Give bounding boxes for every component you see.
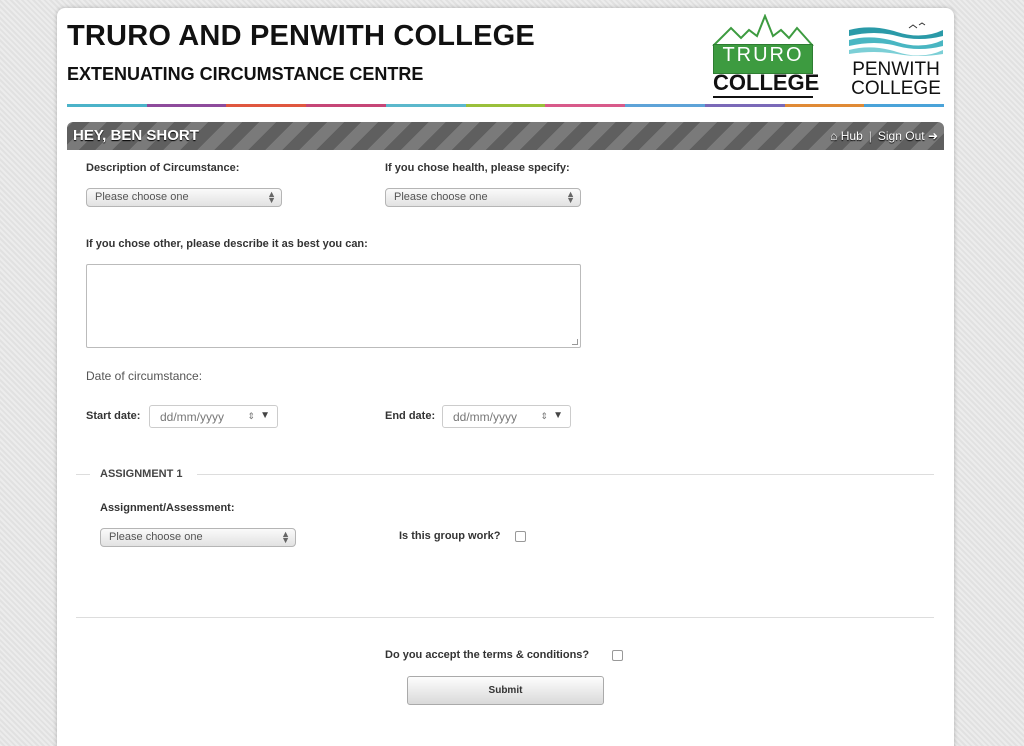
stripe-segment [625,104,705,107]
truro-logo-word: TRURO [722,44,804,66]
health-label: If you chose health, please specify: [385,162,570,174]
fieldset-border [197,474,934,475]
resize-grip-icon[interactable] [572,339,578,345]
page-title: TRURO AND PENWITH COLLEGE [67,20,535,52]
select-arrows-icon: ▲ ▼ [281,529,290,545]
spinner-icon[interactable]: ⇕ [247,411,255,422]
hub-link[interactable]: ⌂ Hub [830,129,863,143]
stripe-segment [864,104,945,107]
stripe-segment [465,104,546,107]
penwith-logo-college: COLLEGE [851,78,941,99]
terms-checkbox[interactable] [612,650,623,661]
user-bar: HEY, BEN SHORT ⌂ Hub | Sign Out ➜ [67,122,944,150]
assignment-select-value: Please choose one [109,531,203,543]
stripe-segment [306,104,386,107]
date-heading: Date of circumstance: [86,369,203,383]
penwith-waves-icon [849,22,943,56]
header-color-stripe [67,104,945,107]
fieldset-bottom-border [76,617,934,618]
health-select[interactable]: Please choose one ▲ ▼ [385,188,581,207]
chevron-down-icon[interactable]: ▼ [553,410,563,421]
penwith-college-logo: PENWITH COLLEGE [847,22,945,102]
other-description-textarea[interactable] [86,264,581,348]
start-date-label: Start date: [86,410,141,422]
sign-out-link[interactable]: Sign Out ➜ [878,129,938,143]
truro-skyline-icon [712,14,814,47]
select-arrows-icon: ▲ ▼ [267,189,276,205]
submit-button[interactable]: Submit [407,676,604,705]
truro-logo-college: COLLEGE [713,70,819,98]
stripe-segment [545,104,626,107]
stripe-segment [67,104,147,107]
spinner-icon[interactable]: ⇕ [540,411,548,422]
sign-out-label: Sign Out [877,129,925,143]
assignment-legend: ASSIGNMENT 1 [100,468,183,480]
stripe-segment [704,104,785,107]
user-nav: ⌂ Hub | Sign Out ➜ [830,129,938,143]
user-greeting: HEY, BEN SHORT [73,127,199,144]
description-select-value: Please choose one [95,191,189,203]
fieldset-border [76,474,90,475]
assignment-select[interactable]: Please choose one ▲ ▼ [100,528,296,547]
description-label: Description of Circumstance: [86,162,240,174]
nav-separator: | [868,129,872,143]
hub-link-label: Hub [840,129,863,143]
penwith-logo-word: PENWITH [852,59,940,80]
home-icon: ⌂ [830,129,838,143]
start-date-input[interactable]: dd/mm/yyyy ⇕ ▼ [149,405,278,428]
select-arrows-icon: ▲ ▼ [566,189,575,205]
description-select[interactable]: Please choose one ▲ ▼ [86,188,282,207]
stripe-segment [146,104,227,107]
stripe-segment [385,104,466,107]
terms-label: Do you accept the terms & conditions? [385,649,590,661]
start-date-placeholder: dd/mm/yyyy [160,410,225,424]
stripe-segment [226,104,307,107]
group-work-label: Is this group work? [399,530,501,542]
sign-out-icon: ➜ [927,129,938,143]
stripe-segment [784,104,865,107]
page-container: TRURO AND PENWITH COLLEGE EXTENUATING CI… [57,8,954,746]
end-date-input[interactable]: dd/mm/yyyy ⇕ ▼ [442,405,571,428]
other-label: If you chose other, please describe it a… [86,238,368,250]
health-select-value: Please choose one [394,191,488,203]
assignment-label: Assignment/Assessment: [100,502,235,514]
group-work-checkbox[interactable] [515,531,526,542]
chevron-down-icon[interactable]: ▼ [260,410,270,421]
page-subtitle: EXTENUATING CIRCUMSTANCE CENTRE [67,64,424,84]
end-date-placeholder: dd/mm/yyyy [453,410,518,424]
truro-college-logo: TRURO COLLEGE [711,14,819,100]
end-date-label: End date: [385,410,436,422]
penwith-logo-text: PENWITH COLLEGE [847,60,945,98]
